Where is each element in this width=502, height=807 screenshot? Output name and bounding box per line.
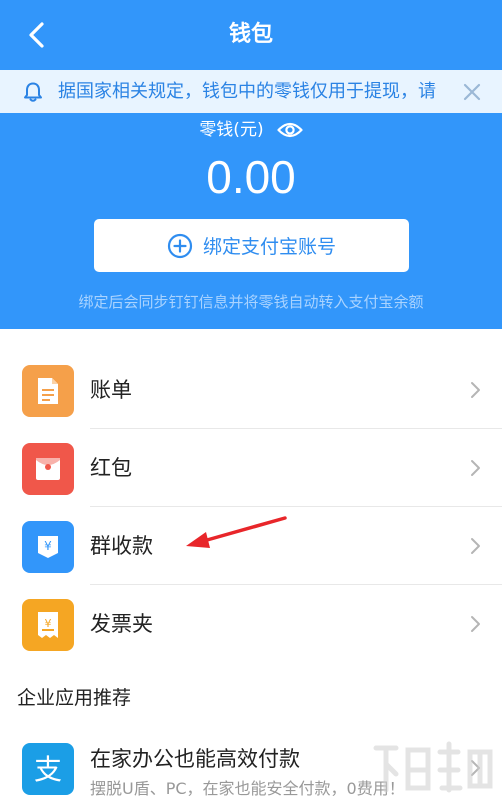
notice-bar[interactable]: 据国家相关规定，钱包中的零钱仅用于提现，请: [0, 70, 502, 113]
plus-circle-icon: [167, 233, 193, 258]
chevron-right-icon: [471, 616, 480, 632]
bill-icon: [22, 365, 74, 417]
svg-text:支: 支: [34, 753, 62, 786]
chevron-right-icon: [471, 382, 480, 398]
balance-amount: 0.00: [206, 151, 296, 203]
menu-label-invoice: 发票夹: [90, 612, 153, 636]
balance-label: 零钱(元): [199, 120, 264, 140]
alipay-icon: 支: [22, 743, 74, 795]
menu-item-invoice[interactable]: ¥ 发票夹: [0, 585, 502, 663]
close-icon[interactable]: [462, 82, 482, 102]
svg-text:¥: ¥: [44, 539, 52, 553]
red-packet-icon: [22, 443, 74, 495]
page-title: 钱包: [228, 22, 273, 47]
annotation-arrow: [186, 516, 287, 548]
balance-label-row: 零钱(元): [0, 118, 502, 142]
menu-label-red-packet: 红包: [90, 456, 132, 480]
bind-alipay-button[interactable]: 绑定支付宝账号: [94, 219, 409, 272]
menu-item-red-packet[interactable]: 红包: [0, 429, 502, 507]
chevron-right-icon: [471, 460, 480, 476]
bell-icon: [24, 82, 42, 102]
wallet-menu: 账单 红包 ¥ 群收款 ¥ 发票夹: [0, 351, 502, 663]
notice-text: 据国家相关规定，钱包中的零钱仅用于提现，请: [58, 81, 436, 102]
eye-icon[interactable]: [277, 120, 303, 140]
invoice-icon: ¥: [22, 599, 74, 651]
promo-title: 在家办公也能高效付款: [90, 747, 300, 771]
watermark-logo: [373, 741, 493, 793]
section-title: 企业应用推荐: [17, 687, 132, 709]
menu-item-bill[interactable]: 账单: [0, 351, 502, 429]
promo-description: 摆脱U盾、PC，在家也能安全付款，0费用！: [90, 779, 405, 798]
svg-text:¥: ¥: [45, 617, 52, 630]
bind-alipay-label: 绑定支付宝账号: [202, 236, 336, 258]
chevron-right-icon: [471, 538, 480, 554]
group-collect-icon: ¥: [22, 521, 74, 573]
menu-label-group-collect: 群收款: [90, 534, 153, 558]
nav-bar: 钱包: [0, 0, 502, 70]
sync-note: 绑定后会同步钉钉信息并将零钱自动转入支付宝余额: [78, 293, 424, 311]
menu-label-bill: 账单: [90, 378, 132, 402]
